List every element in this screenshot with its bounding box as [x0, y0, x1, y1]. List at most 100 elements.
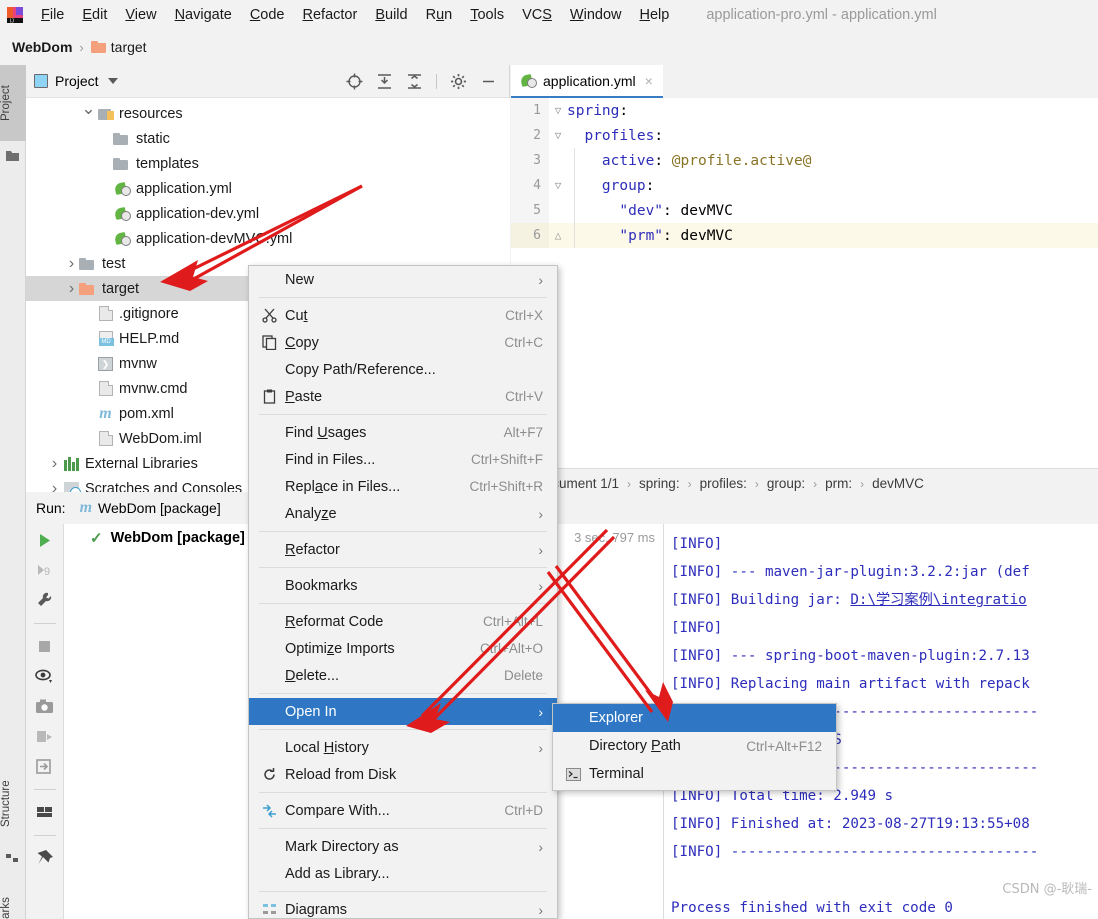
code-fold-icon[interactable]: △	[549, 229, 567, 242]
menu-item-file[interactable]: File	[32, 5, 73, 25]
menu-item-navigate[interactable]: Navigate	[166, 5, 241, 25]
menu-item-view[interactable]: View	[116, 5, 165, 25]
breadcrumb-separator-icon: ›	[627, 476, 632, 491]
editor-breadcrumb-item[interactable]: group:	[767, 476, 805, 491]
submenu-item-terminal[interactable]: Terminal	[553, 760, 836, 788]
tree-item-label: target	[102, 280, 140, 297]
menu-item-code[interactable]: Code	[241, 5, 294, 25]
settings-wrench-icon[interactable]	[34, 590, 55, 611]
gear-icon[interactable]	[450, 73, 467, 90]
menu-item-local-history[interactable]: Local History ›	[249, 734, 557, 761]
menu-item-find-usages[interactable]: Find Usages Alt+F7	[249, 419, 557, 446]
menu-item-paste[interactable]: Paste Ctrl+V	[249, 383, 557, 410]
run-configuration-name: WebDom [package]	[98, 500, 221, 516]
export-test-results-icon[interactable]	[34, 726, 55, 747]
menu-item-run[interactable]: Run	[417, 5, 462, 25]
menu-item-copy-path-reference[interactable]: Copy Path/Reference...	[249, 356, 557, 383]
menu-item-window[interactable]: Window	[561, 5, 631, 25]
menu-item-find-in-files[interactable]: Find in Files... Ctrl+Shift+F	[249, 446, 557, 473]
chevron-right-icon[interactable]	[64, 280, 79, 298]
code-line-6[interactable]: 6 △ "prm": devMVC	[511, 223, 1098, 248]
editor-breadcrumb-item[interactable]: profiles:	[700, 476, 747, 491]
layout-icon[interactable]	[34, 802, 55, 823]
tree-item-application-yml[interactable]: application.yml	[26, 176, 510, 201]
menu-item-reformat-code[interactable]: Reformat Code Ctrl+Alt+L	[249, 608, 557, 635]
menu-item-analyze[interactable]: Analyze ›	[249, 500, 557, 527]
pin-icon[interactable]	[34, 848, 55, 869]
tree-item-templates[interactable]: templates	[26, 151, 510, 176]
console-link[interactable]: D:\学习案例\integratio	[850, 592, 1026, 608]
editor-breadcrumb-item[interactable]: spring:	[639, 476, 680, 491]
menu-item-compare-with[interactable]: Compare With... Ctrl+D	[249, 797, 557, 824]
menu-item-new[interactable]: New ›	[249, 266, 557, 293]
yaml-file-icon	[115, 207, 131, 221]
tree-item-resources[interactable]: resources	[26, 101, 510, 126]
eye-filter-icon[interactable]	[34, 666, 55, 687]
menu-item-help[interactable]: Help	[630, 5, 678, 25]
breadcrumb-separator-icon: ›	[813, 476, 818, 491]
import-icon[interactable]	[34, 756, 55, 777]
tree-item-static[interactable]: static	[26, 126, 510, 151]
code-editor[interactable]: 1 ▽ spring: 2 ▽ profiles: 3 active: @profile.…	[511, 98, 1098, 492]
scissors-icon	[259, 308, 279, 323]
code-line-3[interactable]: 3 active: @profile.active@	[511, 148, 1098, 173]
chevron-right-icon[interactable]	[64, 255, 79, 273]
menu-item-optimize-imports[interactable]: Optimize Imports Ctrl+Alt+O	[249, 635, 557, 662]
menu-item-tools[interactable]: Tools	[461, 5, 513, 25]
gitignore-file-icon	[98, 306, 113, 321]
editor-breadcrumb-item[interactable]: devMVC	[872, 476, 924, 491]
menu-item-cut[interactable]: Cut Ctrl+X	[249, 302, 557, 329]
menu-item-build[interactable]: Build	[366, 5, 416, 25]
tab-application-yml[interactable]: application.yml ×	[511, 65, 663, 98]
code-line-5[interactable]: 5 "dev": devMVC	[511, 198, 1098, 223]
submenu-item-shortcut: Ctrl+Alt+F12	[746, 738, 822, 754]
menu-item-replace-in-files[interactable]: Replace in Files... Ctrl+Shift+R	[249, 473, 557, 500]
breadcrumb-project[interactable]: WebDom	[12, 39, 72, 55]
code-line-content: "prm": devMVC	[619, 227, 733, 244]
sidebar-item-structure[interactable]: Structure	[0, 765, 26, 843]
editor-breadcrumb-item[interactable]: prm:	[825, 476, 852, 491]
code-fold-icon[interactable]: ▽	[549, 129, 567, 142]
rerun-icon[interactable]	[34, 530, 55, 551]
code-fold-icon[interactable]: ▽	[549, 179, 567, 192]
hide-panel-icon[interactable]	[480, 73, 497, 90]
sidebar-item-project[interactable]: Project	[0, 65, 26, 141]
menu-item-delete[interactable]: Delete... Delete	[249, 662, 557, 689]
collapse-all-icon[interactable]	[406, 73, 423, 90]
submenu-item-label: Explorer	[589, 710, 643, 726]
close-icon[interactable]: ×	[645, 73, 653, 89]
run-configuration[interactable]: m WebDom [package]	[80, 499, 221, 517]
chevron-down-icon[interactable]	[107, 78, 118, 84]
submenu-item-directory-path[interactable]: Directory Path Ctrl+Alt+F12	[553, 732, 836, 760]
tree-item-label: application-devMVC.yml	[136, 230, 293, 247]
code-line-1[interactable]: 1 ▽ spring:	[511, 98, 1098, 123]
camera-icon[interactable]	[34, 696, 55, 717]
tree-item-application-dev-yml[interactable]: application-dev.yml	[26, 201, 510, 226]
menu-item-bookmarks[interactable]: Bookmarks ›	[249, 572, 557, 599]
rerun-failed-icon[interactable]: 9	[34, 560, 55, 581]
code-line-2[interactable]: 2 ▽ profiles:	[511, 123, 1098, 148]
menu-item-edit[interactable]: Edit	[73, 5, 116, 25]
breadcrumb-node[interactable]: target	[111, 39, 147, 55]
menu-item-refactor[interactable]: Refactor ›	[249, 536, 557, 563]
tree-item-application-devmvc-yml[interactable]: application-devMVC.yml	[26, 226, 510, 251]
menu-item-mark-directory-as[interactable]: Mark Directory as ›	[249, 833, 557, 860]
menu-item-open-in[interactable]: Open In ›	[249, 698, 557, 725]
stop-icon[interactable]	[34, 636, 55, 657]
menu-item-add-as-library[interactable]: Add as Library...	[249, 860, 557, 887]
code-fold-icon[interactable]: ▽	[549, 104, 567, 117]
chevron-right-icon[interactable]	[47, 455, 62, 473]
menu-item-refactor[interactable]: Refactor	[294, 5, 367, 25]
menu-item-copy[interactable]: Copy Ctrl+C	[249, 329, 557, 356]
expand-all-icon[interactable]	[376, 73, 393, 90]
chevron-down-icon[interactable]	[81, 107, 96, 121]
menu-item-reload-from-disk[interactable]: Reload from Disk	[249, 761, 557, 788]
project-panel-header: Project	[26, 65, 509, 98]
locate-icon[interactable]	[346, 73, 363, 90]
menu-item-vcs[interactable]: VCS	[513, 5, 561, 25]
submenu-item-explorer[interactable]: Explorer	[553, 704, 836, 732]
menu-item-diagrams[interactable]: Diagrams ›	[249, 896, 557, 918]
code-line-4[interactable]: 4 ▽ group:	[511, 173, 1098, 198]
sidebar-item-bookmarks[interactable]: ookmarks	[0, 877, 26, 919]
